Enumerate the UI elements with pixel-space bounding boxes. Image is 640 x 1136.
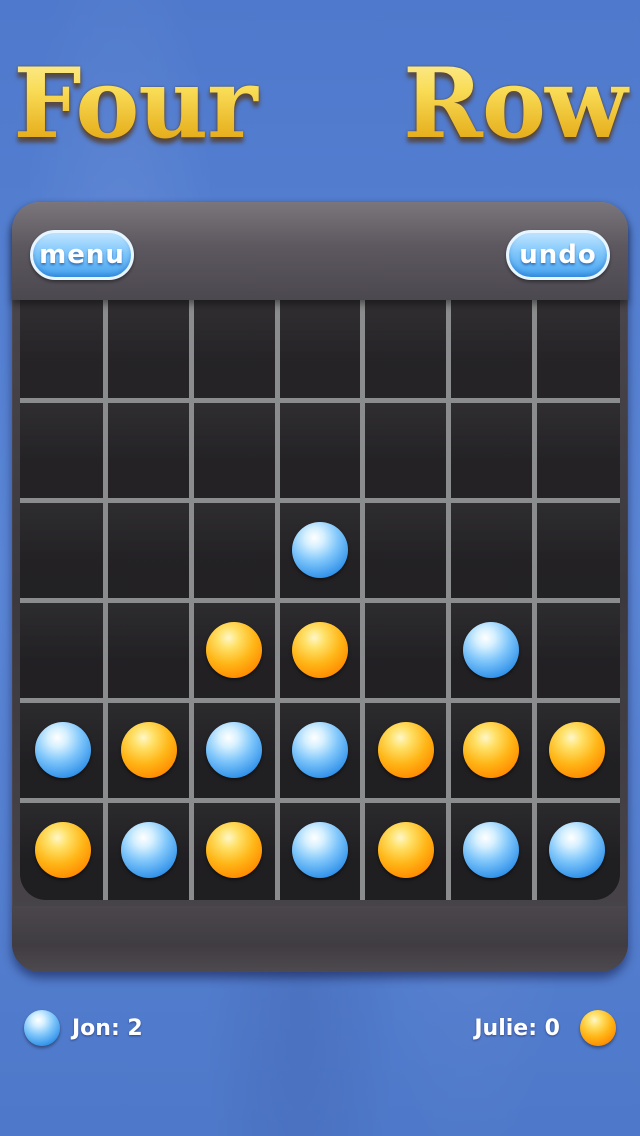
game-title: Four in a Row [0, 38, 640, 168]
board-cell[interactable] [534, 500, 620, 600]
orange-disc [34, 822, 91, 878]
grid-line-vertical [103, 292, 109, 900]
board-cell[interactable] [191, 300, 278, 400]
undo-button[interactable]: undo [506, 230, 610, 280]
grid-line-horizontal [20, 597, 620, 603]
blue-disc [292, 722, 348, 778]
orange-disc [377, 822, 434, 878]
grid-line-vertical [531, 292, 537, 900]
orange-disc [549, 722, 606, 778]
board-cell[interactable] [277, 400, 363, 500]
title-word-four: Four [13, 46, 257, 160]
board-cell[interactable] [362, 300, 449, 400]
game-board[interactable] [20, 292, 620, 900]
orange-disc [206, 622, 263, 678]
orange-disc [463, 722, 520, 778]
blue-disc [34, 722, 91, 778]
board-cell[interactable] [534, 400, 620, 500]
blue-disc [292, 522, 348, 578]
board-cell[interactable] [105, 500, 192, 600]
orange-disc [292, 622, 348, 678]
board-cell[interactable] [448, 400, 535, 500]
board-cell[interactable] [362, 600, 449, 700]
blue-disc [292, 822, 348, 878]
board-cell[interactable] [105, 300, 192, 400]
blue-disc [549, 822, 606, 878]
grid-line-vertical [446, 292, 452, 900]
grid-line-vertical [360, 292, 366, 900]
board-cell[interactable] [105, 400, 192, 500]
grid-line-horizontal [20, 697, 620, 703]
player-score-left: Jon: 2 [24, 1008, 143, 1048]
board-toolbar: menu undo [12, 202, 628, 300]
board-cell[interactable] [448, 300, 535, 400]
title-word-row: Row [403, 46, 627, 160]
board-cell[interactable] [20, 300, 106, 400]
player-left-score-label: Jon: 2 [72, 1015, 143, 1041]
board-frame: menu undo [12, 202, 628, 972]
board-cell[interactable] [191, 500, 278, 600]
grid-line-horizontal [20, 797, 620, 803]
board-cell[interactable] [105, 600, 192, 700]
board-cell[interactable] [362, 500, 449, 600]
blue-disc [206, 722, 263, 778]
board-frame-base [12, 906, 628, 972]
grid-line-vertical [274, 292, 280, 900]
grid-line-horizontal [20, 497, 620, 503]
board-cell[interactable] [534, 600, 620, 700]
grid-line-horizontal [20, 397, 620, 403]
blue-disc [463, 822, 520, 878]
orange-disc [120, 722, 177, 778]
menu-button[interactable]: menu [30, 230, 134, 280]
player-right-score-label: Julie: 0 [474, 1015, 560, 1041]
orange-disc [206, 822, 263, 878]
board-cell[interactable] [20, 600, 106, 700]
player-right-piece-icon [580, 1010, 616, 1046]
blue-disc [463, 622, 520, 678]
player-score-right: Julie: 0 [474, 1008, 616, 1048]
board-cell[interactable] [448, 500, 535, 600]
blue-disc [120, 822, 177, 878]
board-cell[interactable] [277, 300, 363, 400]
grid-line-vertical [188, 292, 194, 900]
player-left-piece-icon [24, 1010, 60, 1046]
board-cell[interactable] [362, 400, 449, 500]
board-cell[interactable] [20, 500, 106, 600]
title-word-in-a: in a [266, 76, 394, 150]
orange-disc [377, 722, 434, 778]
board-cell[interactable] [20, 400, 106, 500]
board-cell[interactable] [191, 400, 278, 500]
board-cell[interactable] [534, 300, 620, 400]
